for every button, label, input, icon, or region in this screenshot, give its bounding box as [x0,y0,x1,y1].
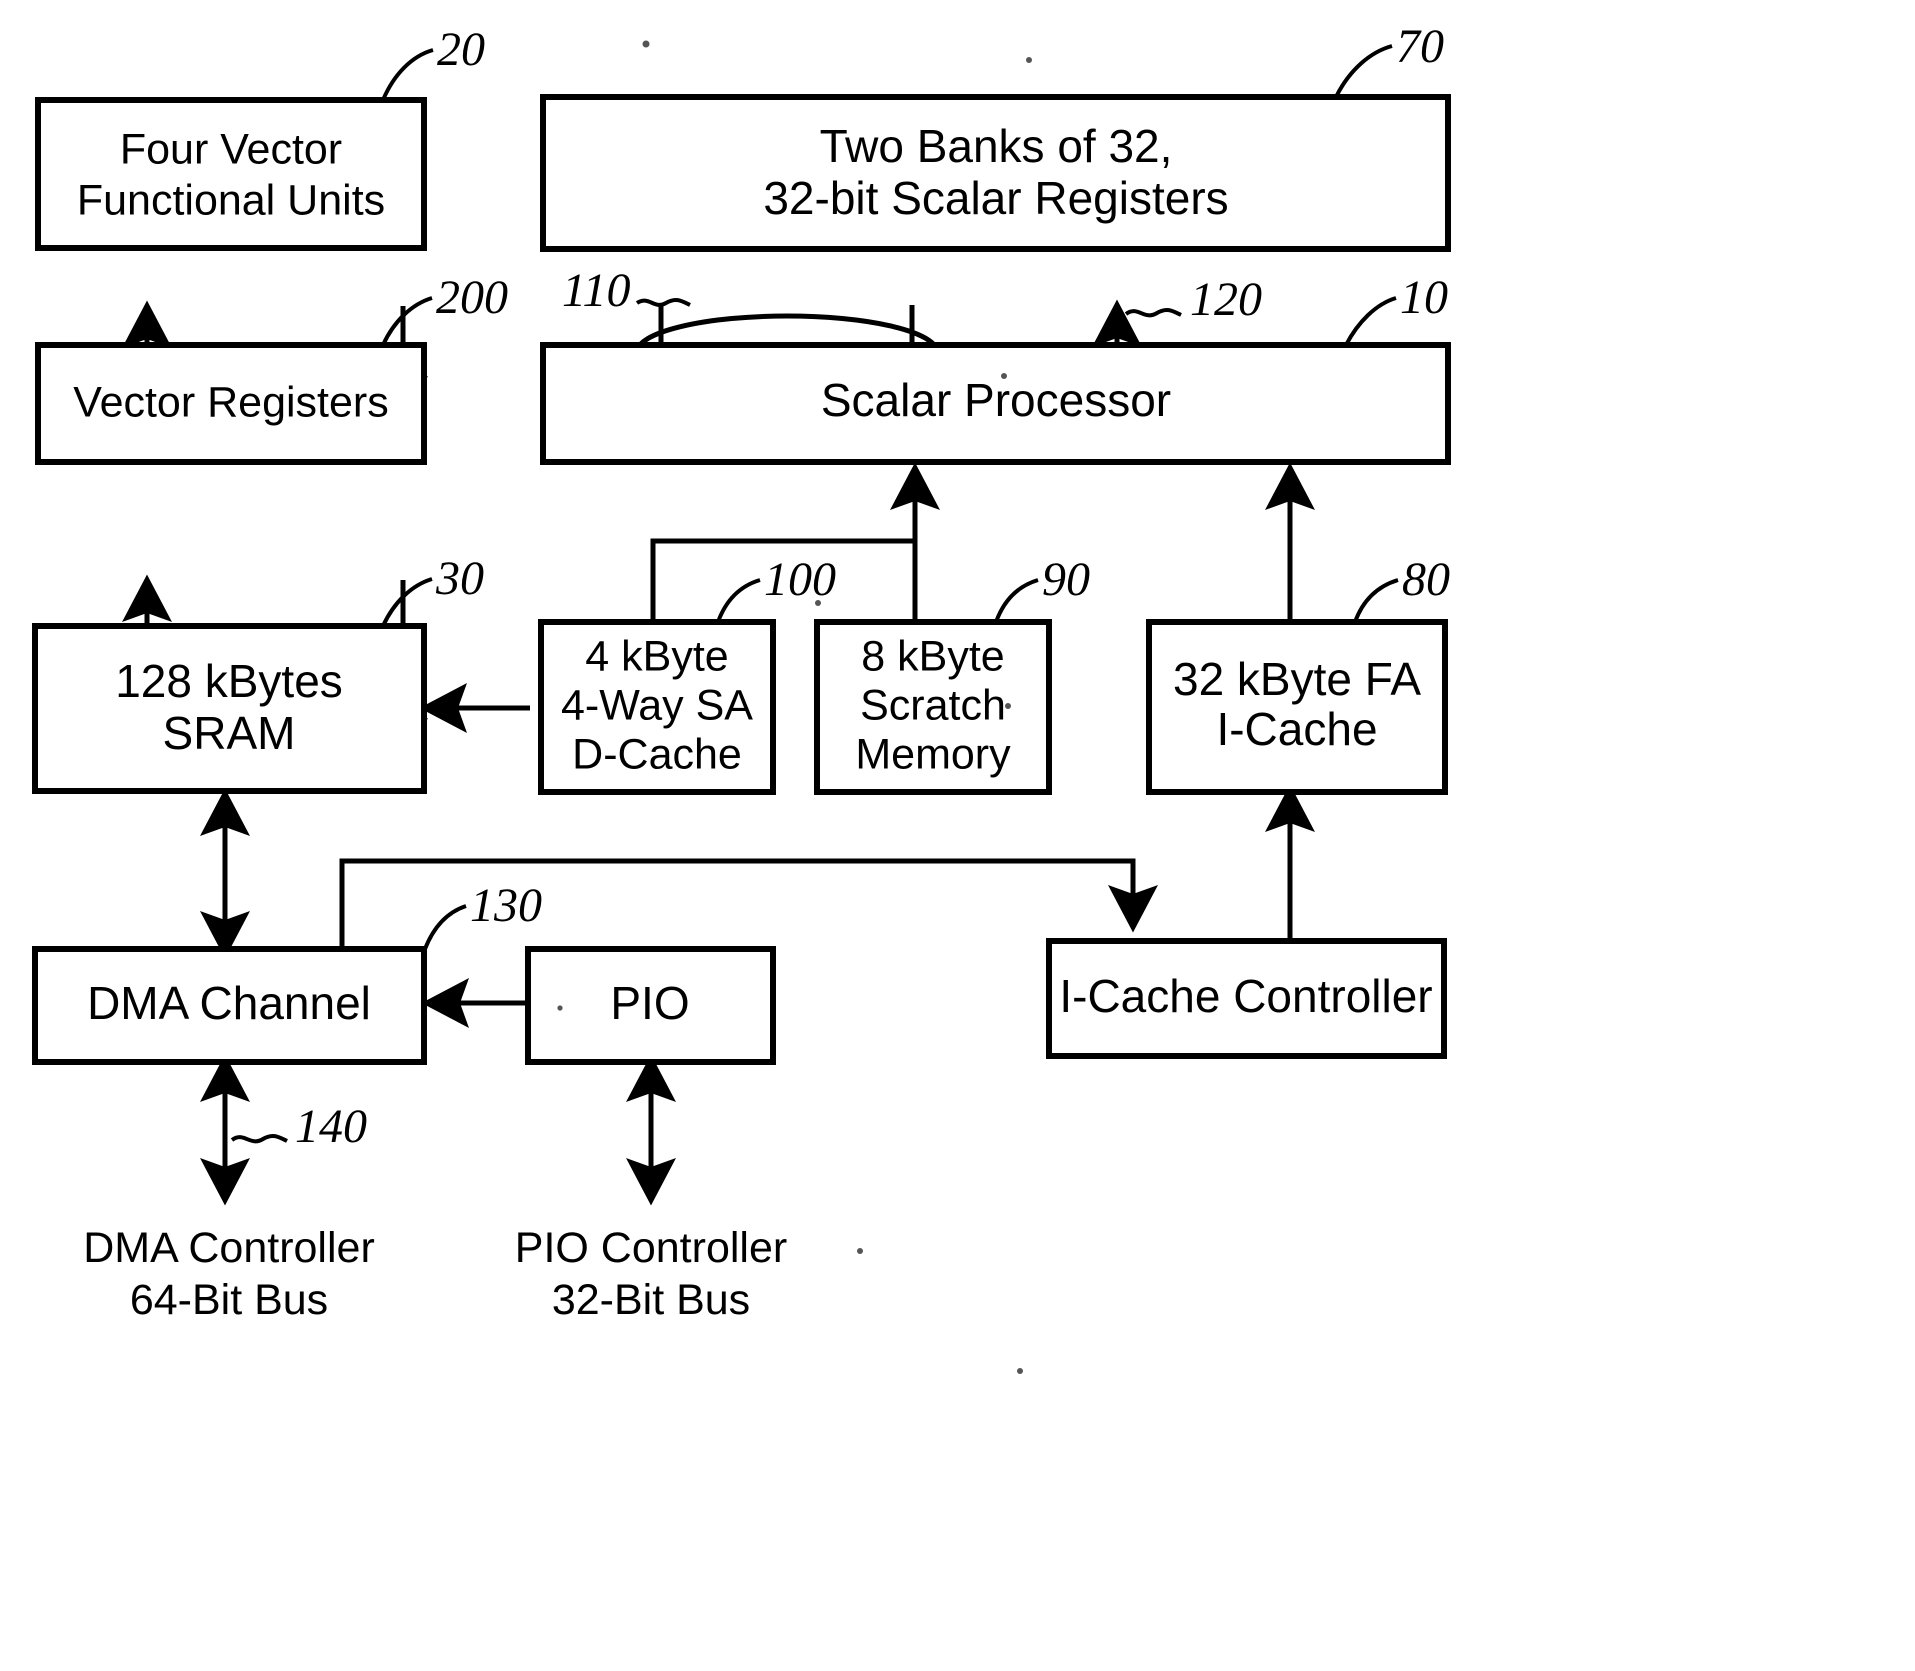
label-dma-controller-bus: DMA Controller 64-Bit Bus [83,1224,375,1324]
block-label-line: 4 kByte [585,632,728,680]
external-label-line: 32-Bit Bus [552,1276,750,1324]
block-d-cache: 4 kByte 4-Way SA D-Cache [538,619,776,795]
block-label-line: 8 kByte [861,632,1004,680]
ref-number: 20 [437,23,485,76]
scan-speck [857,1248,863,1254]
block-label-line: Scratch [860,681,1006,729]
scan-speck [815,600,821,606]
ref-number: 110 [562,264,630,317]
block-label-line: Memory [855,730,1011,778]
ref-numeral-130: 130 [423,879,542,950]
ref-numeral-30: 30 [381,552,484,627]
scan-speck [1017,1368,1023,1374]
ref-number: 100 [764,553,836,606]
ref-number: 90 [1042,553,1090,606]
block-pio: PIO [525,946,776,1065]
ref-number: 70 [1396,20,1444,73]
block-label-line: SRAM [163,707,296,759]
ref-numeral-110: 110 [562,264,691,317]
block-label-line: PIO [610,977,689,1029]
block-label-line: 4-Way SA [561,681,753,729]
block-diagram: Four Vector Functional Units Two Banks o… [32,20,1451,1374]
block-sram: 128 kBytes SRAM [32,623,427,794]
block-label-line: I-Cache [1216,703,1377,755]
ref-number: 80 [1402,553,1450,606]
ref-numeral-70: 70 [1335,20,1444,96]
block-dma-channel: DMA Channel [32,946,427,1065]
scan-speck [642,40,650,48]
scan-speck [1005,703,1011,709]
label-pio-controller-bus: PIO Controller 32-Bit Bus [515,1224,787,1324]
block-vector-registers: Vector Registers [35,342,427,465]
ref-numeral-90: 90 [994,553,1090,623]
block-four-vector-functional-units: Four Vector Functional Units [35,97,427,251]
ref-numeral-20: 20 [381,23,485,101]
block-box [35,97,427,251]
figure-canvas: Four Vector Functional Units Two Banks o… [0,0,1915,1671]
ref-numeral-80: 80 [1353,553,1450,623]
block-label-line: I-Cache Controller [1059,970,1432,1022]
block-label-line: D-Cache [572,730,742,778]
ref-number: 30 [435,552,484,605]
external-label-line: PIO Controller [515,1224,787,1272]
external-label-line: DMA Controller [83,1224,375,1272]
block-i-cache-controller: I-Cache Controller [1046,938,1447,1059]
scan-speck [1001,373,1007,379]
ref-numeral-10: 10 [1344,271,1448,346]
block-scalar-registers: Two Banks of 32, 32-bit Scalar Registers [540,94,1451,252]
scan-speck [557,1005,563,1011]
block-i-cache: 32 kByte FA I-Cache [1146,619,1448,795]
ref-numeral-140: 140 [230,1100,367,1153]
block-label-line: 32-bit Scalar Registers [763,172,1228,224]
ref-number: 200 [436,271,508,324]
block-label-line: 128 kBytes [115,655,343,707]
block-label-line: Functional Units [77,176,385,224]
block-label-line: Vector Registers [73,378,388,426]
block-label-line: Four Vector [120,125,342,173]
ref-numeral-120: 120 [1124,273,1262,326]
block-scalar-processor: Scalar Processor [540,342,1451,465]
block-label-line: Scalar Processor [821,374,1171,426]
block-label-line: Two Banks of 32, [820,120,1173,172]
ref-numeral-100: 100 [716,553,836,623]
block-label-line: DMA Channel [87,977,371,1029]
ref-number: 140 [295,1100,367,1153]
block-label-line: 32 kByte FA [1173,653,1421,705]
block-scratch-memory: 8 kByte Scratch Memory [814,619,1052,795]
external-label-line: 64-Bit Bus [130,1276,328,1324]
ref-number: 120 [1190,273,1262,326]
scan-speck [1026,57,1032,63]
ref-number: 10 [1400,271,1448,324]
ref-number: 130 [470,879,542,932]
